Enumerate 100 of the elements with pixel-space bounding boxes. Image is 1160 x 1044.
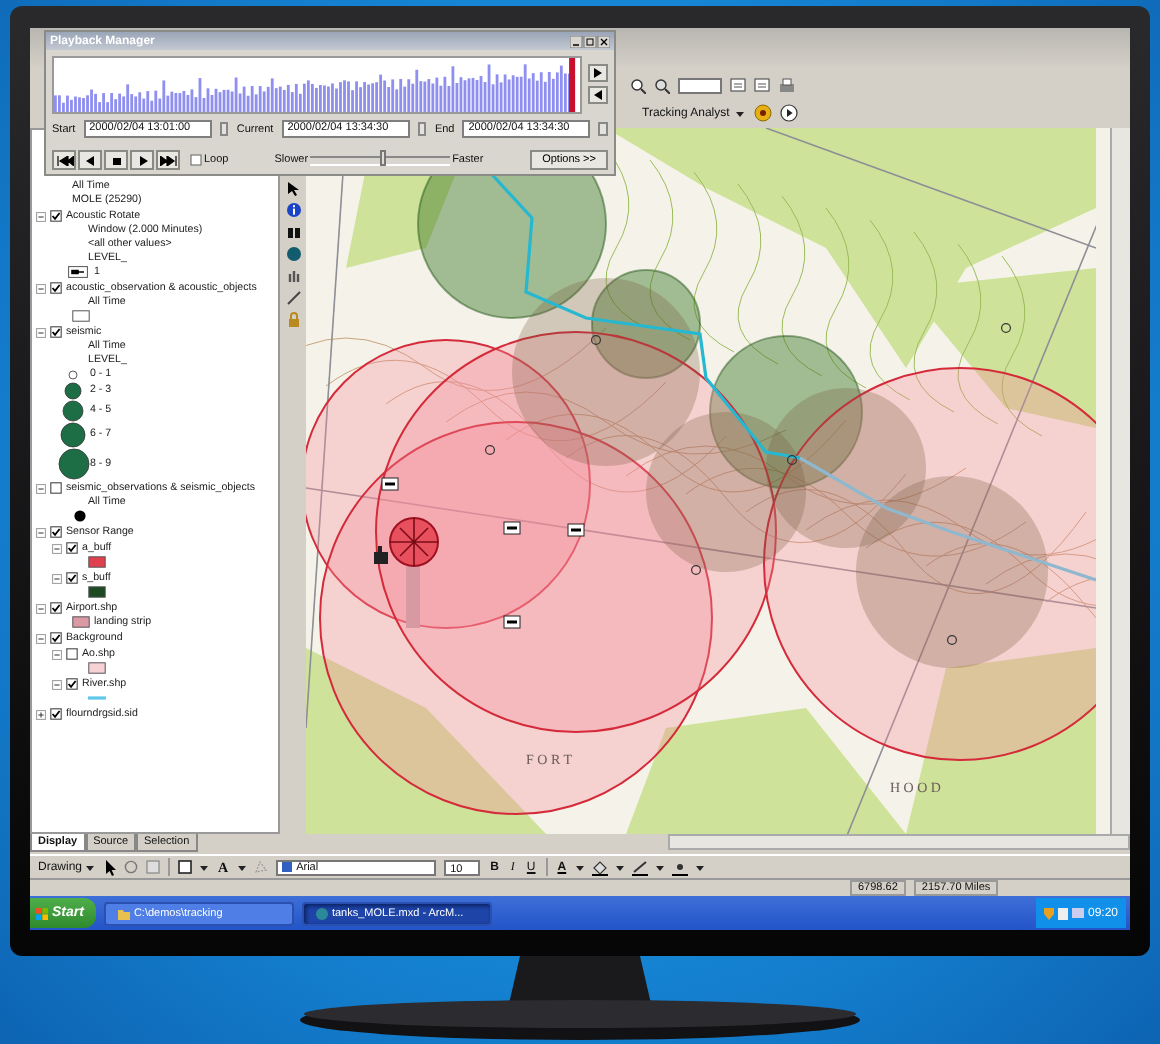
first-frame-icon (55, 155, 73, 165)
sensor-marker (485, 444, 495, 455)
scale-field[interactable] (678, 77, 722, 94)
line-color-icon[interactable] (632, 859, 649, 876)
vehicle-symbol-icon (503, 521, 521, 535)
collapse-icon[interactable] (52, 679, 62, 690)
layer-checkbox[interactable] (50, 282, 62, 295)
vehicle-symbol-icon (503, 615, 521, 629)
map-grid-icon[interactable] (754, 78, 770, 93)
layer-checkbox[interactable] (66, 678, 78, 691)
play-button[interactable] (130, 150, 154, 170)
rotate-icon[interactable] (124, 860, 139, 875)
layer-checkbox[interactable] (50, 708, 62, 721)
step-back-button[interactable] (78, 150, 102, 170)
first-frame-button[interactable] (52, 150, 76, 170)
globe-icon[interactable] (285, 245, 301, 262)
zoom-in-icon[interactable] (630, 77, 646, 94)
sensor-marker (947, 634, 957, 645)
document-icon (1057, 907, 1068, 920)
collapse-icon[interactable] (36, 483, 46, 494)
vehicle-symbol-icon (68, 266, 88, 279)
slider-thumb[interactable] (380, 149, 387, 165)
layer-checkbox[interactable] (66, 648, 78, 661)
legend-swatch-icon (72, 616, 90, 629)
caret-icon[interactable] (696, 863, 705, 872)
vehicle-symbol-icon (381, 477, 399, 491)
building-icon (374, 545, 388, 564)
legend-circle-icon (62, 399, 84, 422)
folder-icon (117, 907, 130, 920)
caret-icon[interactable] (576, 863, 585, 872)
legend-circle-icon (57, 447, 89, 480)
pointer-icon[interactable] (104, 859, 117, 876)
expand-icon[interactable] (36, 709, 46, 720)
sensor-marker (691, 564, 701, 575)
globe-icon (315, 907, 328, 920)
legend-swatch-icon (72, 310, 90, 323)
vehicle-symbol-icon (567, 523, 585, 537)
target-icon[interactable] (753, 104, 772, 123)
collapse-icon[interactable] (36, 633, 46, 644)
speed-slider[interactable] (310, 155, 451, 165)
windows-logo-icon (36, 907, 48, 920)
caret-icon[interactable] (616, 863, 625, 872)
collapse-icon[interactable] (36, 527, 46, 538)
timeline-position-marker[interactable] (569, 57, 576, 111)
font-type-icon (282, 862, 293, 873)
map-grid-icon[interactable] (730, 78, 746, 93)
step-back-button[interactable] (588, 86, 608, 104)
dropdown-button[interactable] (417, 122, 427, 136)
network-icon (1071, 907, 1084, 920)
play-circle-icon[interactable] (779, 104, 798, 123)
legend-dot-icon (74, 510, 86, 523)
caret-icon (735, 109, 744, 118)
stop-button[interactable] (104, 150, 128, 170)
layer-checkbox[interactable] (50, 602, 62, 615)
rectangle-icon[interactable] (178, 860, 193, 875)
identify-icon[interactable] (285, 201, 301, 218)
layer-checkbox[interactable] (50, 326, 62, 339)
collapse-icon[interactable] (52, 543, 62, 554)
layer-checkbox[interactable] (66, 542, 78, 555)
window-controls-icon[interactable] (570, 35, 610, 47)
sensor-marker (787, 454, 797, 465)
caret-icon (86, 863, 95, 872)
last-frame-button[interactable] (156, 150, 180, 170)
collapse-icon[interactable] (36, 603, 46, 614)
layer-checkbox[interactable] (50, 210, 62, 223)
legend-circle-icon (60, 421, 86, 448)
step-forward-button[interactable] (588, 64, 608, 82)
target-symbol-icon (389, 516, 439, 567)
left-arrow-icon (594, 90, 602, 100)
dropdown-button[interactable] (598, 122, 608, 136)
printer-icon[interactable] (778, 77, 796, 94)
sensor-marker (1001, 322, 1011, 333)
loop-checkbox[interactable] (190, 154, 202, 166)
stop-icon (107, 155, 125, 165)
marker-color-icon[interactable] (672, 859, 689, 876)
legend-swatch-icon (88, 556, 106, 569)
layer-checkbox[interactable] (66, 572, 78, 585)
step-back-icon (81, 155, 99, 165)
collapse-icon[interactable] (52, 649, 62, 660)
layer-checkbox[interactable] (50, 632, 62, 645)
measure-icon[interactable] (285, 289, 301, 306)
caret-icon[interactable] (238, 863, 247, 872)
fill-color-icon[interactable] (592, 859, 609, 876)
layer-checkbox[interactable] (50, 526, 62, 539)
zoom-out-icon[interactable] (654, 77, 670, 94)
right-arrow-icon (594, 68, 602, 78)
last-frame-icon (159, 155, 177, 165)
shield-icon (1043, 907, 1054, 920)
select-icon[interactable] (285, 179, 301, 196)
collapse-icon[interactable] (52, 573, 62, 584)
dropdown-button[interactable] (219, 122, 229, 136)
caret-icon[interactable] (656, 863, 665, 872)
layer-checkbox[interactable] (50, 482, 62, 495)
collapse-icon[interactable] (36, 327, 46, 338)
caret-icon[interactable] (200, 863, 209, 872)
collapse-icon[interactable] (36, 283, 46, 294)
vertical-scrollbar[interactable] (1110, 127, 1130, 834)
sensor-marker (591, 334, 601, 345)
legend-swatch-icon (88, 662, 106, 675)
collapse-icon[interactable] (36, 211, 46, 222)
